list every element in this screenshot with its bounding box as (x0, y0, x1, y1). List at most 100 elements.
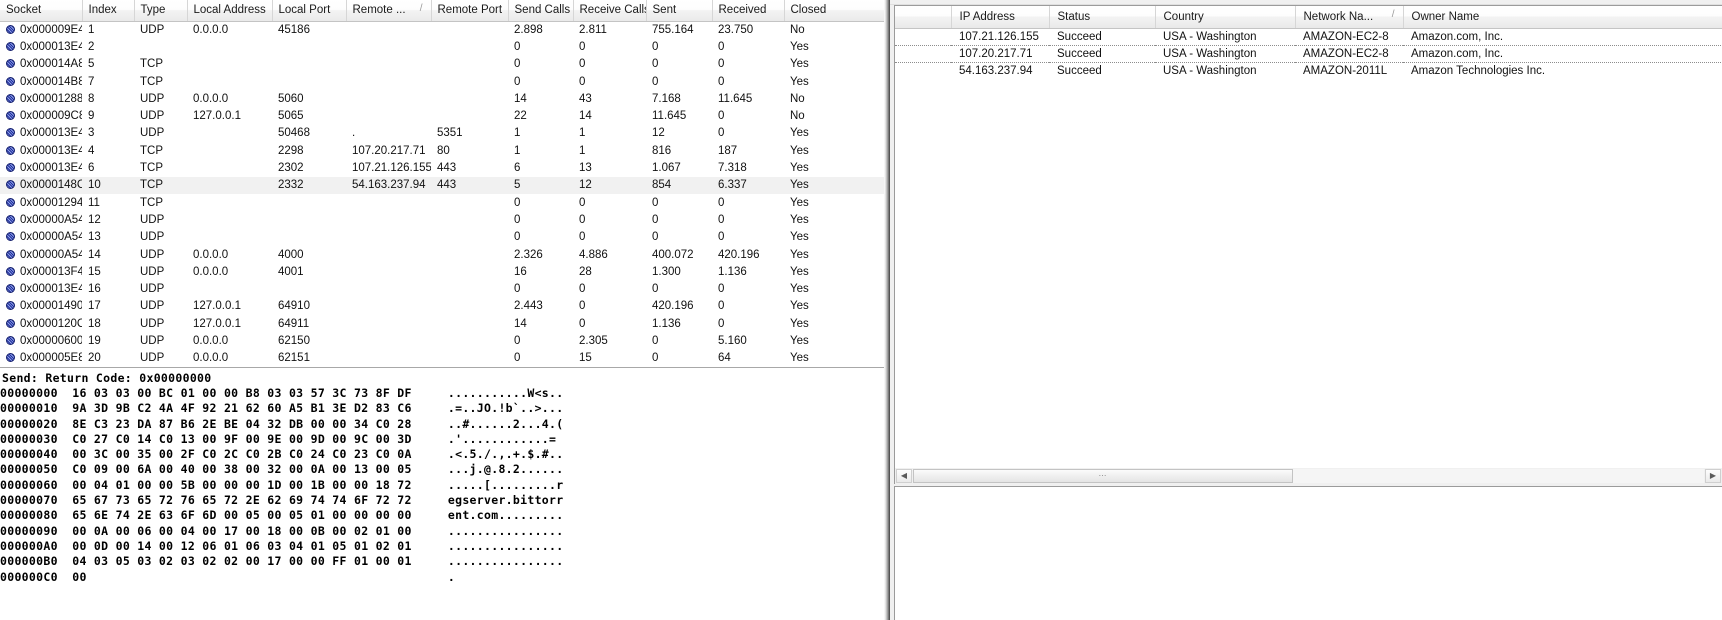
socket-col-header-closed[interactable]: Closed (784, 0, 885, 22)
socket-cell-received: 64 (718, 352, 731, 365)
socket-col-header-received[interactable]: Received (712, 0, 785, 22)
ip-col-header-label: IP Address (959, 10, 1015, 23)
socket-col-header-sent[interactable]: Sent (646, 0, 713, 22)
socket-col-header-index[interactable]: Index (82, 0, 135, 22)
socket-status-icon (6, 353, 15, 363)
table-row[interactable]: 0x00001288 8 UDP 0.0.0.0 5060 14 43 7.168 11.645… (0, 90, 884, 107)
socket-cell-send_calls: 2.443 (514, 300, 543, 313)
table-row[interactable]: 0x000013E4 3 UDP 50468. 5351 1 1 12 0 Yes (0, 125, 884, 142)
table-row[interactable]: 0x000013E4 2 0 0 0 0 Yes (0, 38, 884, 55)
socket-cell-remote_port: 80 (437, 144, 450, 157)
hex-bytes: 65 67 73 65 72 76 65 72 2E 62 69 74 74 6… (72, 493, 412, 508)
table-row[interactable]: 54.163.237.94 Succeed USA - Washington AMAZ… (895, 63, 1722, 80)
socket-cell-receive_calls: 2.305 (579, 334, 608, 347)
hex-offset: 000000A0 (0, 538, 58, 553)
socket-cell-remote_address: 107.20.217.71 (352, 144, 426, 157)
socket-cell-remote_address: 54.163.237.94 (346, 176, 431, 194)
socket-cell-remote_address (346, 211, 431, 228)
ip-col-header-owner_name[interactable]: Owner Name (1403, 6, 1722, 29)
table-row[interactable]: 107.20.217.71 Succeed USA - Washington AMAZ… (895, 44, 1722, 64)
socket-cell-remote_port (431, 263, 508, 280)
hex-bytes: 9A 3D 9B C2 4A 4F 92 21 62 60 A5 B1 3E D… (72, 401, 412, 416)
table-row[interactable]: 0x000013F4 15 UDP 0.0.0.0 4001 16 28 1.300 1.136… (0, 263, 884, 280)
socket-col-header-label: Received (718, 4, 767, 17)
socket-cell-closed: Yes (790, 300, 809, 313)
hex-dump-panel[interactable]: Send: Return Code: 0x00000000 00000000 1… (0, 367, 884, 620)
table-row[interactable]: 107.21.126.155 Succeed USA - Washington AMA… (895, 28, 1722, 45)
ip-col-header-country[interactable]: Country (1155, 6, 1296, 29)
table-row[interactable]: 0x00001490 17 UDP 127.0.0.1 64910 2.443 0 420.1… (0, 298, 884, 315)
ip-col-header-label: Status (1057, 10, 1091, 23)
socket-cell-closed: Yes (790, 162, 809, 175)
table-row[interactable]: 0x000013E4 4 TCP 2298 107.20.217.71 80 1 1 816 18… (0, 142, 884, 159)
socket-cell-remote_address (346, 332, 431, 349)
socket-cell-sent: 854 (646, 176, 712, 194)
socket-cell-received: 0 (718, 127, 725, 140)
socket-cell-type: UDP (140, 300, 165, 313)
socket-col-header-remote_address[interactable]: Remote ... / (346, 0, 432, 22)
socket-col-header-send_calls[interactable]: Send Calls (508, 0, 574, 22)
table-row[interactable]: 0x000009E4 1 UDP 0.0.0.0 45186 2.898 2.811 755.… (0, 21, 884, 38)
ip-col-header-network_name[interactable]: Network Na... / (1295, 6, 1404, 29)
socket-col-header-type[interactable]: Type (134, 0, 188, 22)
socket-cell-remote_port (431, 211, 508, 228)
socket-cell-index: 12 (88, 213, 101, 226)
socket-col-header-label: Index (88, 4, 117, 17)
socket-cell-receive_calls: 1 (579, 127, 586, 140)
socket-col-header-receive_calls[interactable]: Receive Calls (573, 0, 647, 22)
socket-cell-received: 1.136 (718, 265, 747, 278)
socket-cell-closed: Yes (790, 352, 809, 365)
socket-col-header-socket[interactable]: Socket (0, 0, 83, 22)
ip-details-pane[interactable] (894, 486, 1722, 620)
socket-cell-remote_port (431, 280, 508, 297)
ip-col-header-gutter[interactable] (895, 6, 952, 29)
ip-col-header-ip_address[interactable]: IP Address (951, 6, 1050, 29)
socket-cell-remote_port (431, 315, 508, 332)
socket-table-panel[interactable]: Socket Index Type Local Address Local Port Re… (0, 0, 890, 367)
socket-cell-received: 0 (718, 300, 725, 313)
socket-cell-local_port: 2302 (278, 162, 304, 175)
socket-col-header-label: Local Port (278, 4, 331, 17)
socket-cell-remote_port (431, 73, 508, 90)
socket-cell-send_calls: 0 (514, 283, 521, 296)
socket-cell-sent: 0 (652, 213, 659, 226)
socket-cell-sent: 400.072 (652, 248, 694, 261)
socket-cell-remote_port (431, 194, 508, 211)
socket-col-header-local_port[interactable]: Local Port (272, 0, 347, 22)
table-row[interactable]: 0x00000A54 13 UDP 0 0 0 0 Yes (0, 229, 884, 246)
hex-offset: 00000030 (0, 431, 58, 446)
hex-offset: 00000050 (0, 462, 58, 477)
socket-cell-closed: Yes (790, 127, 809, 140)
table-row[interactable]: 0x0000120C 18 UDP 127.0.0.1 64911 14 0 1.136 0 Ye… (0, 315, 884, 332)
socket-cell-local_address: 0.0.0.0 (193, 92, 229, 105)
table-row[interactable]: 0x000014B8 7 TCP 0 0 0 0 Yes (0, 73, 884, 90)
table-row[interactable]: 0x0000148C 10 TCP 2332 54.163.237.94 443 5 12 85… (0, 176, 884, 194)
socket-cell-local_address (187, 176, 272, 194)
table-row[interactable]: 0x00000600 19 UDP 0.0.0.0 62150 0 2.305 0 5.160 Y… (0, 332, 884, 349)
hex-dump-line: 00000010 9A 3D 9B C2 4A 4F 92 21 62 60 A… (0, 401, 884, 416)
socket-cell-receive_calls: 0 (579, 196, 586, 209)
table-row[interactable]: 0x00001294 11 TCP 0 0 0 0 Yes (0, 194, 884, 211)
hex-bytes: 00 0D 00 14 00 12 06 01 06 03 04 01 05 0… (72, 538, 412, 553)
table-row[interactable]: 0x000014A8 5 TCP 0 0 0 0 Yes (0, 56, 884, 73)
socket-cell-socket: 0x000013E4 (0, 280, 82, 297)
table-row[interactable]: 0x000013E4 16 UDP 0 0 0 0 Yes (0, 280, 884, 297)
socket-col-header-local_address[interactable]: Local Address (187, 0, 273, 22)
socket-cell-remote_port (431, 21, 508, 38)
table-row[interactable]: 0x000009C8 9 UDP 127.0.0.1 5065 22 14 11.645 0 No (0, 107, 884, 124)
scroll-right-arrow-icon[interactable]: ▶ (1705, 469, 1721, 483)
table-row[interactable]: 0x00000A54 12 UDP 0 0 0 0 Yes (0, 211, 884, 228)
table-row[interactable]: 0x000005E8 20 UDP 0.0.0.0 62151 0 15 0 64 Yes (0, 350, 884, 367)
table-row[interactable]: 0x000013E4 6 TCP 2302 107.21.126.155 443 6 13 1.… (0, 159, 884, 176)
ip-table-panel[interactable]: IP Address Status Country Network Na... / Own… (894, 5, 1722, 468)
scrollbar-thumb[interactable]: ⋯ (913, 469, 1293, 483)
socket-handle-label: 0x000013E4 (20, 40, 82, 53)
hex-offset: 00000040 (0, 447, 58, 462)
scroll-left-arrow-icon[interactable]: ◀ (896, 469, 912, 483)
ip-col-header-status[interactable]: Status (1049, 6, 1156, 29)
socket-handle-label: 0x00001288 (20, 92, 82, 105)
socket-cell-local_address (187, 229, 272, 246)
table-row[interactable]: 0x00000A54 14 UDP 0.0.0.0 4000 2.326 4.886 400.… (0, 246, 884, 263)
socket-col-header-remote_port[interactable]: Remote Port (431, 0, 509, 22)
ip-table-horizontal-scrollbar[interactable]: ◀ ⋯ ▶ (894, 468, 1722, 484)
